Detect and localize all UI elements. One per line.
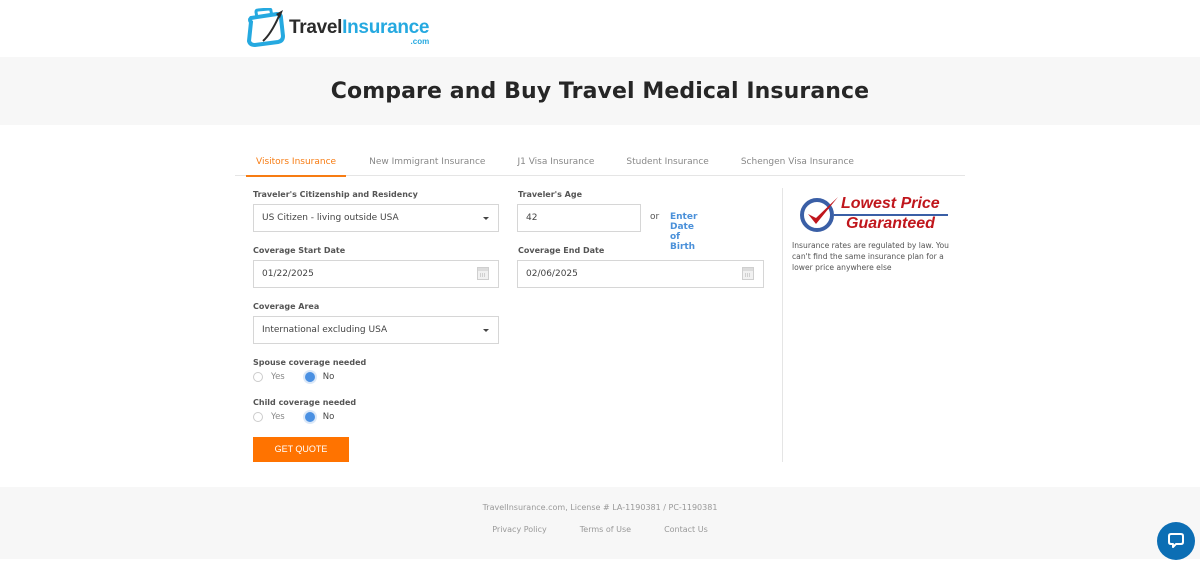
start-date-label: Coverage Start Date (253, 246, 346, 255)
tab-j1-visa-insurance[interactable]: J1 Visa Insurance (517, 148, 594, 176)
badge-line1: Lowest Price (841, 195, 940, 212)
start-date-input[interactable]: 01/22/2025 (253, 260, 499, 288)
citizenship-value: US Citizen - living outside USA (262, 213, 399, 223)
get-quote-button[interactable]: GET QUOTE (253, 437, 349, 462)
coverage-area-label: Coverage Area (253, 302, 320, 311)
chevron-down-icon (483, 329, 489, 332)
site-header: TravelInsurance .com (0, 0, 1200, 57)
lowest-price-guaranteed-badge: Lowest Price Guaranteed (798, 194, 950, 234)
calendar-icon[interactable] (742, 267, 754, 280)
spouse-no-radio[interactable] (304, 372, 315, 382)
or-text: or (650, 212, 660, 222)
child-no-label[interactable]: No (323, 412, 335, 422)
tab-schengen-visa-insurance[interactable]: Schengen Visa Insurance (741, 148, 854, 176)
child-coverage-label: Child coverage needed (253, 398, 357, 407)
tab-new-immigrant-insurance[interactable]: New Immigrant Insurance (369, 148, 485, 176)
contact-us-link[interactable]: Contact Us (664, 525, 708, 534)
citizenship-select[interactable]: US Citizen - living outside USA (253, 204, 499, 232)
tab-visitors-insurance[interactable]: Visitors Insurance (245, 148, 347, 177)
spouse-coverage-label: Spouse coverage needed (253, 358, 367, 367)
logo-wordmark: TravelInsurance .com (289, 17, 430, 46)
chat-button[interactable] (1157, 522, 1195, 560)
enter-date-of-birth-link[interactable]: Enter Date of Birth (670, 212, 697, 252)
spouse-coverage-radio-group: Yes No (253, 372, 334, 382)
page-title: Compare and Buy Travel Medical Insurance (330, 78, 870, 104)
tab-student-insurance[interactable]: Student Insurance (626, 148, 708, 176)
site-footer: TravelInsurance.com, License # LA-119038… (0, 487, 1200, 559)
child-yes-label[interactable]: Yes (271, 412, 285, 422)
coverage-area-value: International excluding USA (262, 325, 388, 335)
logo-com-text: .com (410, 37, 430, 46)
age-input[interactable]: 42 (517, 204, 641, 232)
child-no-radio[interactable] (304, 412, 315, 422)
coverage-area-select[interactable]: International excluding USA (253, 316, 499, 344)
terms-of-use-link[interactable]: Terms of Use (580, 525, 631, 534)
spouse-no-label[interactable]: No (323, 372, 335, 382)
spouse-yes-label[interactable]: Yes (271, 372, 285, 382)
badge-description: Insurance rates are regulated by law. Yo… (792, 241, 949, 272)
start-date-value: 01/22/2025 (262, 269, 314, 279)
chevron-down-icon (483, 217, 489, 220)
child-coverage-radio-group: Yes No (253, 412, 334, 422)
logo-insurance-text: Insurance (342, 17, 430, 38)
license-text: TravelInsurance.com, License # LA-119038… (482, 503, 718, 512)
footer-links: Privacy Policy Terms of Use Contact Us (0, 525, 1200, 534)
age-value: 42 (526, 213, 538, 223)
child-yes-radio[interactable] (253, 412, 263, 422)
spouse-yes-radio[interactable] (253, 372, 263, 382)
calendar-icon[interactable] (477, 267, 489, 280)
hero-banner: Compare and Buy Travel Medical Insurance (0, 57, 1200, 125)
chat-bubble-icon (1168, 533, 1184, 548)
privacy-policy-link[interactable]: Privacy Policy (492, 525, 547, 534)
end-date-label: Coverage End Date (518, 246, 605, 255)
suitcase-logo-icon (246, 8, 286, 48)
logo-travel-text: Travel (289, 17, 343, 38)
badge-line2: Guaranteed (846, 215, 935, 232)
end-date-input[interactable]: 02/06/2025 (517, 260, 764, 288)
insurance-type-tabs: Visitors Insurance New Immigrant Insuran… (235, 148, 965, 177)
end-date-value: 02/06/2025 (526, 269, 578, 279)
site-logo[interactable]: TravelInsurance .com (245, 8, 430, 48)
age-label: Traveler's Age (518, 190, 583, 199)
vertical-divider (782, 188, 783, 462)
citizenship-label: Traveler's Citizenship and Residency (253, 190, 418, 199)
